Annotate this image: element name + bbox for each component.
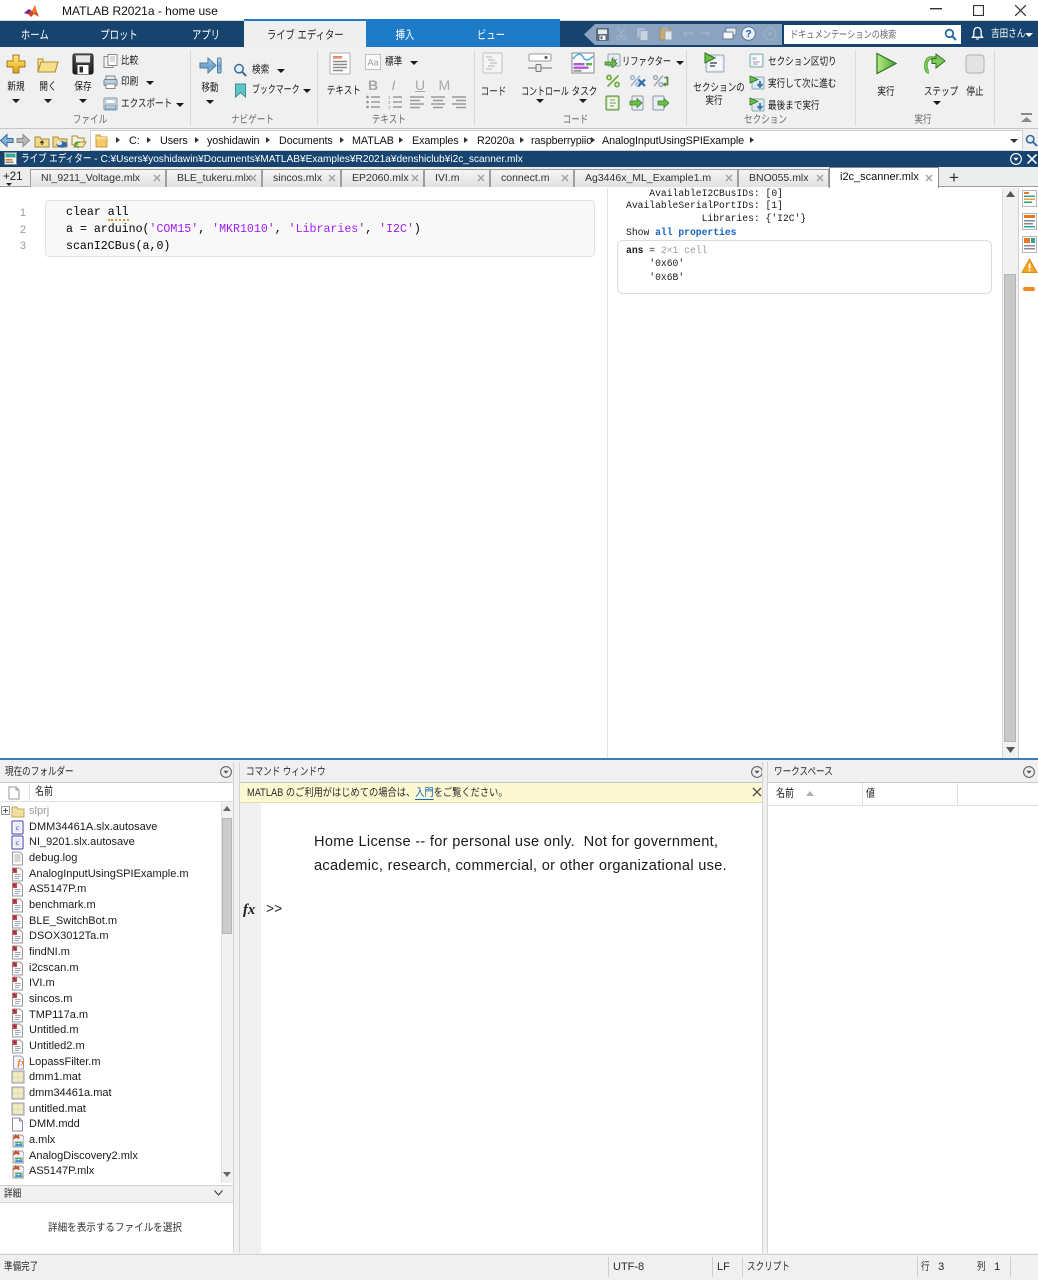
svg-text:3: 3 <box>388 105 391 109</box>
svg-text:c: c <box>16 824 19 832</box>
svg-text:Aa: Aa <box>367 58 378 68</box>
svg-text:c: c <box>16 839 19 847</box>
svg-text:fx: fx <box>18 1058 25 1068</box>
svg-text:?: ? <box>745 29 751 40</box>
